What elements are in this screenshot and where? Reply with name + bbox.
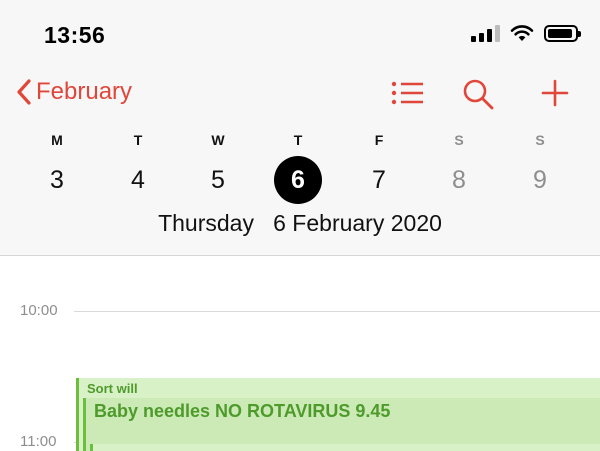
- day-cell[interactable]: 5: [188, 156, 248, 204]
- weekday-letter: W: [211, 132, 225, 148]
- weekday-letter: S: [454, 132, 464, 148]
- event-block[interactable]: Sort will Baby needles NO ROTAVIRUS 9.45: [76, 378, 600, 451]
- day-cell[interactable]: 7: [349, 156, 409, 204]
- event-block[interactable]: [90, 444, 600, 451]
- hour-line: [74, 311, 600, 312]
- nav-bar: February: [0, 76, 600, 116]
- status-time: 13:56: [44, 22, 106, 48]
- plus-icon: [541, 79, 569, 107]
- day-cell[interactable]: 8: [429, 156, 489, 204]
- selected-date-label: Thursday 6 February 2020: [0, 210, 600, 237]
- selected-weekday: Thursday: [158, 210, 254, 236]
- chevron-left-icon: [17, 79, 31, 105]
- weekday-letters: M T W T F S S: [0, 132, 600, 150]
- status-icons: [471, 24, 581, 42]
- selected-full-date: 6 February 2020: [273, 210, 442, 236]
- weekday-letter: T: [293, 132, 303, 148]
- cellular-signal-icon: [471, 24, 500, 42]
- week-strip: 3 4 5 6 7 8 9: [0, 156, 600, 208]
- event-title: Sort will: [87, 381, 138, 396]
- calendar-header: 13:56 February M T W T F S S 3 4 5 6 7 8…: [0, 0, 600, 256]
- day-cell-selected[interactable]: 6: [268, 156, 328, 204]
- event-block[interactable]: Baby needles NO ROTAVIRUS 9.45: [83, 398, 600, 451]
- event-title: Baby needles NO ROTAVIRUS 9.45: [94, 401, 391, 421]
- day-cell[interactable]: 4: [108, 156, 168, 204]
- hour-label: 10:00: [20, 302, 58, 319]
- day-cell[interactable]: 3: [27, 156, 87, 204]
- hour-label: 11:00: [20, 433, 57, 450]
- back-button[interactable]: February: [16, 78, 132, 106]
- back-label: February: [36, 78, 133, 105]
- weekday-letter: T: [133, 132, 143, 148]
- list-view-button[interactable]: [390, 78, 424, 113]
- list-icon: [391, 81, 423, 105]
- day-cell[interactable]: 9: [510, 156, 570, 204]
- weekday-letter: M: [51, 132, 63, 148]
- weekday-letter: F: [374, 132, 384, 148]
- search-icon: [463, 79, 494, 110]
- battery-icon: [544, 24, 581, 42]
- wifi-icon: [510, 25, 534, 41]
- add-event-button[interactable]: [540, 78, 570, 113]
- selected-day-circle: 6: [274, 156, 322, 204]
- search-button[interactable]: [462, 78, 494, 115]
- weekday-letter: S: [535, 132, 545, 148]
